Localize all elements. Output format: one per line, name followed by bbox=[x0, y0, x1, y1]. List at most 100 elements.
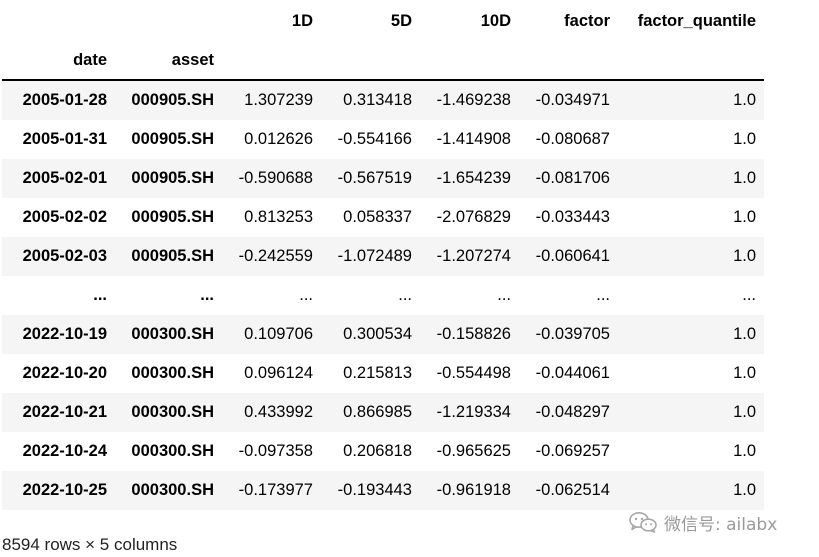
cell-5d: 0.313418 bbox=[343, 91, 412, 109]
dataframe-shape-text: 8594 rows × 5 columns bbox=[2, 535, 178, 554]
table-body: 2005-01-28 000905.SH 1.307239 0.313418 -1.46… bbox=[2, 80, 764, 510]
row-index-date: 2022-10-20 bbox=[22, 364, 107, 382]
cell-5d: ... bbox=[398, 286, 412, 304]
table-row: 2005-01-28 000905.SH 1.307239 0.313418 -1.46… bbox=[2, 80, 764, 120]
header-blank-cell bbox=[321, 41, 420, 81]
column-header-5d: 5D bbox=[390, 12, 412, 30]
table-row: 2005-02-01 000905.SH -0.590688 -0.567519 -1.… bbox=[2, 159, 764, 198]
row-index-asset: 000905.SH bbox=[131, 91, 214, 109]
column-names-row: 1D 5D 10D factor factor_quantile bbox=[2, 2, 764, 41]
cell-factor: -0.080687 bbox=[535, 130, 610, 148]
table-row: 2022-10-24 000300.SH -0.097358 0.206818 -0.9… bbox=[2, 432, 764, 471]
row-index-asset: 000300.SH bbox=[131, 364, 214, 382]
cell-1d: -0.590688 bbox=[238, 169, 313, 187]
cell-10d: -1.414908 bbox=[436, 130, 511, 148]
cell-factor-quantile: 1.0 bbox=[733, 481, 756, 499]
cell-factor: -0.044061 bbox=[535, 364, 610, 382]
row-index-date: 2005-02-03 bbox=[22, 247, 107, 265]
cell-factor-quantile: 1.0 bbox=[733, 364, 756, 382]
wechat-icon bbox=[628, 511, 658, 533]
cell-factor: -0.081706 bbox=[535, 169, 610, 187]
cell-factor-quantile: 1.0 bbox=[733, 403, 756, 421]
table-row: 2005-02-02 000905.SH 0.813253 0.058337 -2.07… bbox=[2, 198, 764, 237]
cell-factor: -0.033443 bbox=[535, 208, 610, 226]
row-index-asset: ... bbox=[200, 286, 214, 304]
cell-5d: -0.554166 bbox=[337, 130, 412, 148]
row-index-asset: 000905.SH bbox=[131, 247, 214, 265]
table-row: 2022-10-21 000300.SH 0.433992 0.866985 -1.21… bbox=[2, 393, 764, 432]
row-index-asset: 000905.SH bbox=[131, 130, 214, 148]
cell-5d: -0.193443 bbox=[337, 481, 412, 499]
watermark: 微信号: ailabx bbox=[628, 508, 777, 536]
cell-10d: -1.654239 bbox=[436, 169, 511, 187]
cell-1d: -0.242559 bbox=[238, 247, 313, 265]
table-row: 2005-01-31 000905.SH 0.012626 -0.554166 -1.4… bbox=[2, 120, 764, 159]
cell-factor-quantile: ... bbox=[742, 286, 756, 304]
row-index-asset: 000300.SH bbox=[131, 403, 214, 421]
cell-10d: -2.076829 bbox=[436, 208, 511, 226]
cell-10d: -1.207274 bbox=[436, 247, 511, 265]
cell-5d: 0.215813 bbox=[343, 364, 412, 382]
dataframe-container: 1D 5D 10D factor factor_quantile date as… bbox=[2, 2, 764, 510]
column-header-factor: factor bbox=[564, 12, 610, 30]
cell-factor: -0.034971 bbox=[535, 91, 610, 109]
row-index-date: 2005-02-01 bbox=[22, 169, 107, 187]
row-index-asset: 000905.SH bbox=[131, 208, 214, 226]
row-index-date: 2022-10-19 bbox=[22, 325, 107, 343]
table-row: 2022-10-20 000300.SH 0.096124 0.215813 -0.55… bbox=[2, 354, 764, 393]
cell-10d: -0.554498 bbox=[436, 364, 511, 382]
index-name-asset: asset bbox=[115, 41, 222, 81]
header-blank-cell bbox=[519, 41, 618, 81]
table-row: 2022-10-25 000300.SH -0.173977 -0.193443 -0.… bbox=[2, 471, 764, 510]
cell-factor-quantile: 1.0 bbox=[733, 208, 756, 226]
cell-10d: -0.961918 bbox=[436, 481, 511, 499]
ellipsis-row: ..................... bbox=[2, 276, 764, 315]
row-index-date: 2022-10-21 bbox=[22, 403, 107, 421]
cell-5d: -1.072489 bbox=[337, 247, 412, 265]
row-index-date: 2022-10-25 bbox=[22, 481, 107, 499]
cell-5d: 0.058337 bbox=[343, 208, 412, 226]
cell-10d: -0.158826 bbox=[436, 325, 511, 343]
row-index-asset: 000300.SH bbox=[131, 325, 214, 343]
table-row: 2022-10-19 000300.SH 0.109706 0.300534 -0.15… bbox=[2, 315, 764, 354]
watermark-text: 微信号: ailabx bbox=[664, 514, 778, 535]
row-index-date: 2022-10-24 bbox=[22, 442, 107, 460]
cell-1d: 0.096124 bbox=[244, 364, 313, 382]
cell-10d: -0.965625 bbox=[436, 442, 511, 460]
cell-factor-quantile: 1.0 bbox=[733, 130, 756, 148]
row-index-date: 2005-01-31 bbox=[22, 130, 107, 148]
cell-factor-quantile: 1.0 bbox=[733, 325, 756, 343]
cell-factor: ... bbox=[596, 286, 610, 304]
row-index-date: 2005-01-28 bbox=[22, 91, 107, 109]
cell-factor-quantile: 1.0 bbox=[733, 442, 756, 460]
header-blank-cell bbox=[618, 41, 764, 81]
column-header-factor-quantile: factor_quantile bbox=[637, 12, 756, 30]
header-blank-cell bbox=[222, 41, 321, 81]
index-names-row: date asset bbox=[2, 41, 764, 81]
cell-factor: -0.069257 bbox=[535, 442, 610, 460]
table-header: 1D 5D 10D factor factor_quantile date as… bbox=[2, 2, 764, 81]
header-blank-cell bbox=[420, 41, 519, 81]
cell-1d: 0.813253 bbox=[244, 208, 313, 226]
cell-1d: -0.097358 bbox=[238, 442, 313, 460]
column-header-1d: 1D bbox=[291, 12, 313, 30]
row-index-date: 2005-02-02 bbox=[22, 208, 107, 226]
cell-5d: 0.866985 bbox=[343, 403, 412, 421]
cell-factor-quantile: 1.0 bbox=[733, 247, 756, 265]
cell-factor: -0.060641 bbox=[535, 247, 610, 265]
index-name-date: date bbox=[2, 41, 115, 81]
cell-1d: 1.307239 bbox=[244, 91, 313, 109]
cell-10d: ... bbox=[497, 286, 511, 304]
cell-1d: -0.173977 bbox=[238, 481, 313, 499]
cell-factor-quantile: 1.0 bbox=[733, 169, 756, 187]
cell-1d: 0.433992 bbox=[244, 403, 313, 421]
row-index-date: ... bbox=[93, 286, 107, 304]
cell-1d: 0.109706 bbox=[244, 325, 313, 343]
cell-factor: -0.062514 bbox=[535, 481, 610, 499]
row-index-asset: 000905.SH bbox=[131, 169, 214, 187]
cell-5d: 0.206818 bbox=[343, 442, 412, 460]
row-index-asset: 000300.SH bbox=[131, 481, 214, 499]
cell-10d: -1.469238 bbox=[436, 91, 511, 109]
table-row: 2005-02-03 000905.SH -0.242559 -1.072489 -1.… bbox=[2, 237, 764, 276]
header-blank-cell bbox=[115, 2, 222, 41]
